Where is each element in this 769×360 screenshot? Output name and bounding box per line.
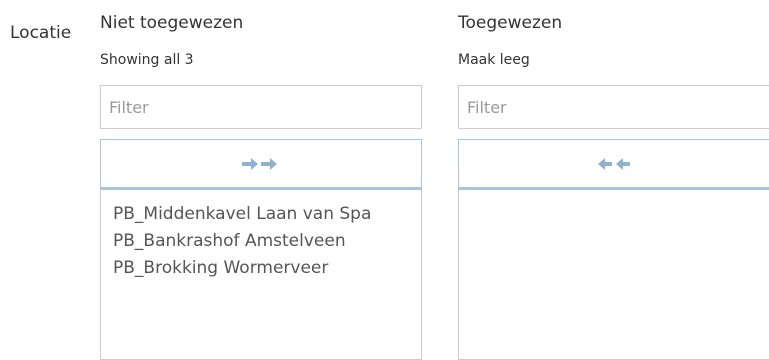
list-option[interactable]: PB_Bankrashof Amstelveen — [101, 228, 421, 255]
unassigned-count: Showing all 3 — [100, 52, 194, 68]
assigned-listbox[interactable] — [458, 190, 769, 360]
unassigned-listbox[interactable]: PB_Middenkavel Laan van Spa PB_Bankrashof… — [100, 190, 422, 360]
field-label-locatie: Locatie — [10, 23, 72, 43]
list-option[interactable]: PB_Middenkavel Laan van Spa — [101, 201, 421, 228]
list-option[interactable]: PB_Brokking Wormerveer — [101, 255, 421, 282]
double-arrow-right-icon — [242, 157, 277, 170]
unassigned-filter-input[interactable] — [100, 85, 422, 129]
assigned-filter-input[interactable] — [458, 85, 769, 129]
move-all-right-button[interactable] — [100, 139, 422, 190]
double-arrow-left-icon — [598, 157, 630, 170]
assigned-title: Toegewezen — [458, 13, 563, 33]
unassigned-title: Niet toegewezen — [100, 13, 244, 33]
clear-assigned-link[interactable]: Maak leeg — [458, 52, 530, 68]
move-all-left-button[interactable] — [458, 139, 769, 190]
